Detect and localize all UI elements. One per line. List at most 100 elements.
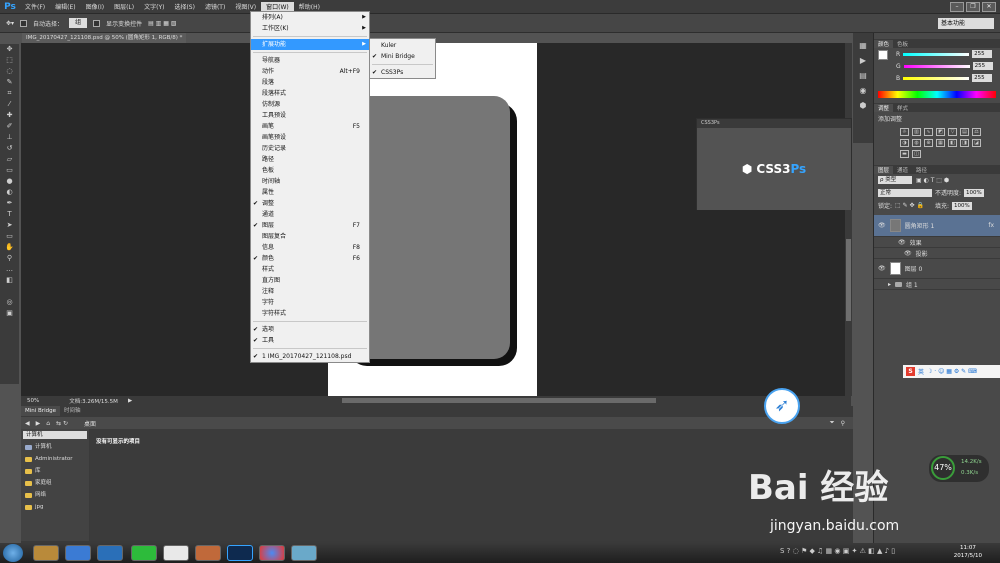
gradient-tool-icon[interactable]: ▭	[0, 165, 19, 176]
window-menu-item[interactable]: ✔ 工具	[251, 335, 369, 346]
crop-tool-icon[interactable]: ⌗	[0, 88, 19, 99]
window-menu-item[interactable]: 仿制源	[251, 99, 369, 110]
hand-tool-icon[interactable]: ✋	[0, 242, 19, 253]
hue-icon[interactable]: ▤	[960, 128, 969, 136]
move-tool-icon[interactable]: ✥▾	[6, 20, 14, 27]
tree-item-library[interactable]: 库	[21, 465, 89, 477]
r-value[interactable]: 255	[972, 50, 993, 58]
close-icon[interactable]: ✕	[982, 2, 996, 12]
threshold-icon[interactable]: ◪	[972, 139, 981, 147]
tree-item-network[interactable]: 网络	[21, 489, 89, 501]
vertical-scrollbar[interactable]	[845, 43, 852, 396]
scroll-thumb[interactable]	[846, 239, 851, 321]
window-menu-item[interactable]: 路径	[251, 154, 369, 165]
window-menu-item[interactable]: ✔ 1 IMG_20170427_121108.psd	[251, 351, 369, 362]
window-menu-item[interactable]: 动作 Alt+F9	[251, 66, 369, 77]
healing-tool-icon[interactable]: ✚	[0, 110, 19, 121]
photoshop-taskbar-icon[interactable]	[227, 545, 253, 561]
exposure-icon[interactable]: ◩	[936, 128, 945, 136]
fx-icon[interactable]: fx	[988, 222, 994, 229]
gradient-map-icon[interactable]: ▬	[900, 150, 909, 158]
menu-9[interactable]: 帮助(H)	[294, 2, 325, 11]
tree-item-computer[interactable]: 计算机	[21, 441, 89, 453]
effects-eye-icon[interactable]: 👁	[898, 239, 906, 246]
css3ps-panel-body[interactable]: ⬢ CSS3Ps	[697, 128, 851, 210]
window-menu-item[interactable]: 时间轴	[251, 176, 369, 187]
visibility-eye-icon[interactable]: 👁	[878, 222, 886, 229]
window-menu-item[interactable]: 注释	[251, 286, 369, 297]
selective-color-icon[interactable]: ◫	[912, 150, 921, 158]
back-icon[interactable]: ◀	[25, 420, 30, 427]
camera-icon[interactable]: ◉	[853, 86, 873, 95]
screen-mode-icon[interactable]: ▣	[0, 308, 19, 319]
move-tool-icon[interactable]: ✥	[0, 44, 19, 55]
eyedropper-tool-icon[interactable]: ⁄	[0, 99, 19, 110]
window-menu-item[interactable]: 扩展功能 ▶	[251, 39, 369, 50]
window-menu-item[interactable]: ✔ 图层 F7	[251, 220, 369, 231]
show-transform-checkbox[interactable]	[93, 19, 101, 27]
invert-icon[interactable]: ◧	[948, 139, 957, 147]
quick-mask-icon[interactable]: ◎	[0, 297, 19, 308]
window-menu-item[interactable]: ✔ 选项	[251, 324, 369, 335]
brightness-icon[interactable]: ☼	[900, 128, 909, 136]
forward-icon[interactable]: ▶	[36, 420, 41, 427]
tree-item-homegroup[interactable]: 家庭组	[21, 477, 89, 489]
tab-timeline[interactable]: 时间轴	[60, 406, 85, 416]
lookup-icon[interactable]: ▦	[936, 139, 945, 147]
b-value[interactable]: 255	[972, 74, 993, 82]
align-icons[interactable]: ▤ ▥ ▦ ▧	[148, 20, 176, 27]
tab-color[interactable]: 颜色	[874, 39, 894, 48]
lasso-tool-icon[interactable]: ◌	[0, 66, 19, 77]
tree-item-admin[interactable]: Administrator	[21, 453, 89, 465]
r-slider[interactable]	[903, 52, 970, 56]
performance-widget[interactable]: 47% 14.2K/s 0.3K/s	[929, 455, 989, 482]
stamp-tool-icon[interactable]: ⊥	[0, 132, 19, 143]
window-menu-item[interactable]: 图层复合	[251, 231, 369, 242]
menu-1[interactable]: 编辑(E)	[50, 2, 80, 11]
pen-tool-icon[interactable]: ✒	[0, 198, 19, 209]
vibrance-icon[interactable]: ▽	[948, 128, 957, 136]
ime-toolbar[interactable]: S 英 ☽ · ☺ ▦ ⚙ ✎ ⌨	[903, 365, 1000, 378]
search-icon[interactable]: ⚲	[841, 420, 845, 427]
actions-panel-icon[interactable]: ▶	[853, 56, 873, 65]
eraser-tool-icon[interactable]: ▱	[0, 154, 19, 165]
curves-icon[interactable]: ∿	[924, 128, 933, 136]
layer0-eye-icon[interactable]: 👁	[878, 265, 886, 272]
brush-tool-icon[interactable]: ✐	[0, 121, 19, 132]
feige-icon[interactable]	[65, 545, 91, 561]
fill-value[interactable]: 100%	[951, 201, 972, 210]
window-menu-item[interactable]: 段落样式	[251, 88, 369, 99]
window-menu-item[interactable]: 工具预设	[251, 110, 369, 121]
status-arrow-icon[interactable]: ▶	[128, 398, 132, 404]
color-spectrum[interactable]	[878, 91, 996, 98]
tab-swatches[interactable]: 色板	[893, 40, 912, 48]
marquee-tool-icon[interactable]: ⬚	[0, 55, 19, 66]
window-menu-item[interactable]: 历史记录	[251, 143, 369, 154]
b-slider[interactable]	[903, 76, 970, 80]
window-menu-item[interactable]: 排列(A) ▶	[251, 12, 369, 23]
tree-item-jpg[interactable]: jpg	[21, 501, 89, 513]
tab-styles[interactable]: 样式	[893, 104, 912, 112]
auto-select-dropdown[interactable]: 组	[69, 18, 88, 28]
path-breadcrumb[interactable]: 桌面	[84, 419, 96, 428]
zoom-level[interactable]: 50%	[27, 398, 39, 404]
layer-effects-row[interactable]: 👁 效果	[874, 237, 1000, 248]
window-menu-item[interactable]: 画笔 F5	[251, 121, 369, 132]
menu-3[interactable]: 图层(L)	[109, 2, 139, 11]
document-tab[interactable]: IMG_20170427_121108.psd @ 50% (圆角矩形 1, R…	[22, 33, 187, 43]
group-1[interactable]: ▸ 组 1	[874, 279, 1000, 290]
home-icon[interactable]: ⌂	[46, 420, 50, 427]
type-tool-icon[interactable]: T	[0, 209, 19, 220]
window-menu-item[interactable]: 直方图	[251, 275, 369, 286]
wechat-icon[interactable]	[131, 545, 157, 561]
quick-select-tool-icon[interactable]: ✎	[0, 77, 19, 88]
auto-select-checkbox[interactable]	[20, 19, 28, 27]
bw-icon[interactable]: ◑	[900, 139, 909, 147]
menu-0[interactable]: 文件(F)	[20, 2, 50, 11]
window-menu-item[interactable]: 字符样式	[251, 308, 369, 319]
restore-icon[interactable]: ❐	[966, 2, 980, 12]
tab-mini-bridge[interactable]: Mini Bridge	[21, 406, 60, 416]
window-menu-item[interactable]: 导航器	[251, 55, 369, 66]
path-select-tool-icon[interactable]: ➤	[0, 220, 19, 231]
extensions-item[interactable]: ✔ CSS3Ps	[370, 67, 435, 78]
